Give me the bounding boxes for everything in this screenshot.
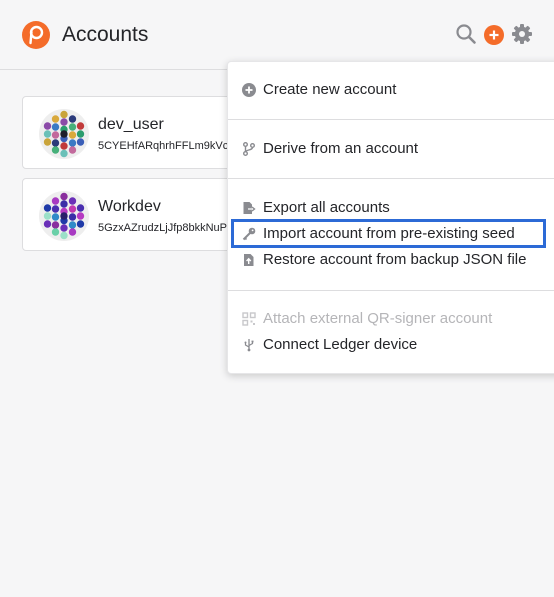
account-name: dev_user xyxy=(98,116,164,133)
add-icon[interactable] xyxy=(484,25,504,45)
add-account-menu: Create new account Derive from an accoun… xyxy=(227,61,554,374)
key-icon xyxy=(242,227,256,241)
menu-divider xyxy=(228,290,554,291)
menu-divider xyxy=(228,119,554,120)
usb-icon xyxy=(244,339,254,352)
qrcode-icon xyxy=(242,312,256,326)
file-upload-icon xyxy=(244,254,254,266)
polkadot-logo xyxy=(22,21,50,49)
menu-item-label: Export all accounts xyxy=(263,199,390,216)
page-title: Accounts xyxy=(62,23,149,46)
gear-icon[interactable] xyxy=(511,23,533,45)
menu-item-label: Attach external QR-signer account xyxy=(263,310,493,327)
menu-divider xyxy=(228,178,554,179)
menu-item-label: Create new account xyxy=(263,81,397,98)
identicon-avatar xyxy=(39,191,89,241)
header: Accounts xyxy=(0,0,554,70)
menu-item-label: Restore account from backup JSON file xyxy=(263,251,527,268)
search-icon[interactable] xyxy=(455,23,477,45)
menu-item-label: Import account from pre-existing seed xyxy=(263,225,515,242)
menu-item-label: Connect Ledger device xyxy=(263,336,418,353)
branch-icon xyxy=(243,142,255,156)
file-export-icon xyxy=(243,202,256,214)
plus-circle-icon xyxy=(242,83,256,97)
menu-item-label: Derive from an account xyxy=(263,140,419,157)
identicon-avatar xyxy=(39,109,89,159)
account-name: Workdev xyxy=(98,198,161,215)
